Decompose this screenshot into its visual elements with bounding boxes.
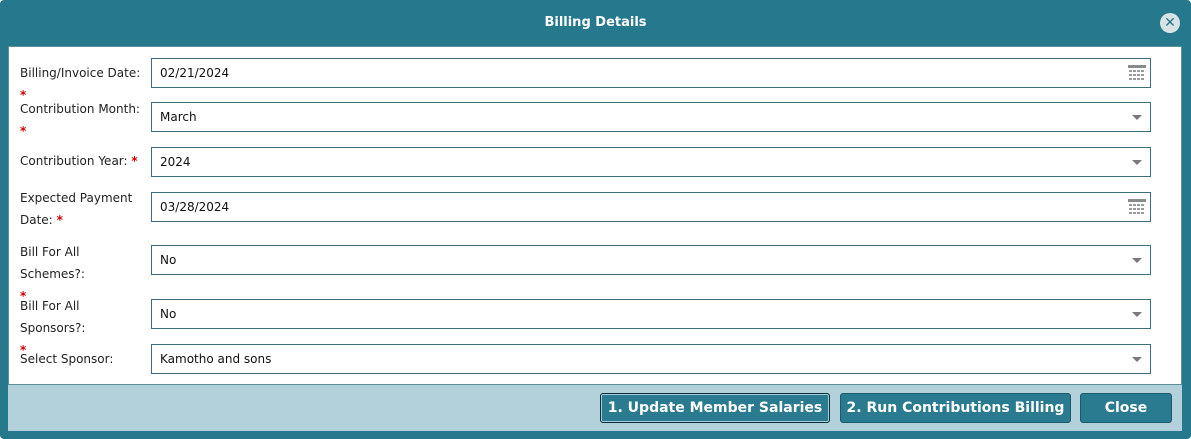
contribution-year-label-text: Contribution Year: (20, 154, 128, 168)
dialog-title: Billing Details (544, 15, 647, 30)
chevron-down-icon[interactable] (1132, 115, 1142, 120)
select-sponsor-select[interactable]: Kamotho and sons (151, 344, 1151, 374)
required-mark: * (131, 154, 138, 168)
chevron-down-icon[interactable] (1132, 258, 1142, 263)
select-sponsor-value: Kamotho and sons (160, 352, 272, 366)
contribution-month-value: March (160, 110, 197, 124)
billing-date-input[interactable] (160, 60, 1060, 86)
contribution-year-select[interactable]: 2024 (151, 147, 1151, 177)
chevron-down-icon[interactable] (1132, 160, 1142, 165)
close-button[interactable]: Close (1080, 393, 1172, 423)
bill-all-sponsors-label-text: Bill For All Sponsors?: (20, 299, 86, 335)
expected-payment-date-label-text: Expected Payment Date: (20, 191, 133, 227)
billing-date-field[interactable] (151, 58, 1151, 88)
contribution-year-label: Contribution Year: * (20, 150, 145, 172)
update-member-salaries-button[interactable]: 1. Update Member Salaries (600, 393, 830, 423)
contribution-month-select[interactable]: March (151, 102, 1151, 132)
contribution-year-value: 2024 (160, 155, 191, 169)
contribution-month-label-text: Contribution Month: (20, 102, 140, 116)
bill-all-schemes-value: No (160, 253, 177, 267)
select-sponsor-label-text: Select Sponsor: (20, 352, 114, 366)
required-mark: * (56, 213, 63, 227)
expected-payment-date-input[interactable] (160, 194, 1060, 220)
bill-all-schemes-label-text: Bill For All Schemes?: (20, 245, 85, 281)
required-mark: * (20, 124, 27, 138)
expected-payment-date-label: Expected Payment Date: * (20, 187, 135, 231)
bill-all-sponsors-select[interactable]: No (151, 299, 1151, 329)
chevron-down-icon[interactable] (1132, 312, 1142, 317)
form-panel: Billing/Invoice Date: * Contribution Mon… (8, 46, 1182, 385)
chevron-down-icon[interactable] (1132, 357, 1142, 362)
bill-all-sponsors-value: No (160, 307, 177, 321)
billing-date-label-text: Billing/Invoice Date: (20, 66, 141, 80)
expected-payment-date-field[interactable] (151, 192, 1151, 222)
close-icon[interactable]: ✕ (1160, 13, 1180, 33)
bill-all-schemes-select[interactable]: No (151, 245, 1151, 275)
contribution-month-label: Contribution Month: * (20, 98, 145, 142)
calendar-icon[interactable] (1128, 199, 1146, 215)
billing-details-dialog: Billing Details ✕ Billing/Invoice Date: … (0, 0, 1191, 439)
dialog-footer: 1. Update Member Salaries 2. Run Contrib… (8, 385, 1182, 431)
select-sponsor-label: Select Sponsor: (20, 348, 145, 370)
calendar-icon[interactable] (1128, 65, 1146, 81)
run-contributions-billing-button[interactable]: 2. Run Contributions Billing (840, 393, 1071, 423)
